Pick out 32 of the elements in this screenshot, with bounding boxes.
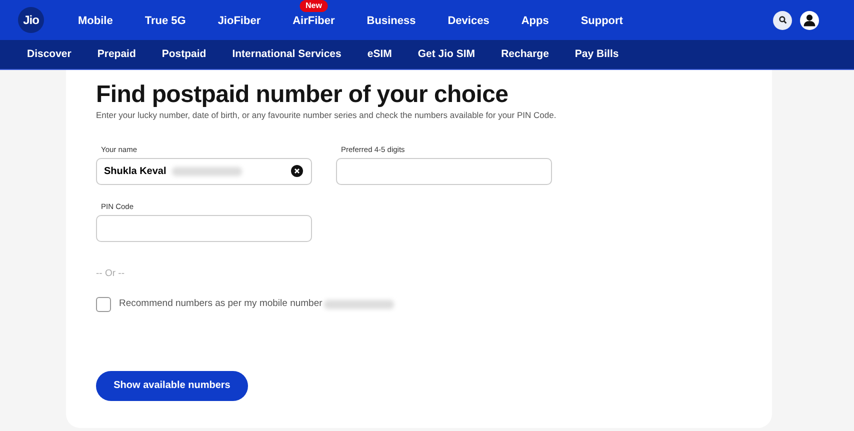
profile-icon[interactable]: [800, 10, 819, 30]
subnav-link[interactable]: Pay Bills: [574, 46, 619, 62]
search-button[interactable]: [773, 10, 792, 30]
input-field[interactable]: [96, 215, 312, 242]
page-title: Find postpaid number of your choice: [96, 82, 510, 108]
blurred-text: [324, 300, 394, 309]
nav-link[interactable]: Apps: [521, 12, 549, 30]
subnav-link[interactable]: Recharge: [501, 46, 549, 62]
nav-link[interactable]: Mobile: [78, 12, 113, 30]
new-badge: New: [299, 0, 328, 12]
subnav-link[interactable]: International Services: [232, 46, 342, 62]
checkbox-label: Recommend numbers as per my mobile number: [119, 297, 322, 312]
show-numbers-button[interactable]: Show available numbers: [96, 370, 248, 401]
or-separator: -- Or --: [96, 267, 126, 282]
clear-icon[interactable]: [291, 165, 303, 178]
nav-link[interactable]: Devices: [448, 12, 490, 30]
subnav-link[interactable]: eSIM: [367, 46, 392, 62]
jio-logo[interactable]: Jio: [18, 7, 44, 33]
page-subtitle: Enter your lucky number, date of birth, or any favourite number series and check the numbers available for your PIN Code.: [96, 109, 558, 122]
subnav-link[interactable]: Discover: [27, 46, 72, 62]
search-icon: [778, 16, 786, 24]
subnav-link[interactable]: Prepaid: [97, 46, 136, 62]
input-field[interactable]: [336, 158, 552, 186]
nav-link[interactable]: Support: [580, 12, 623, 30]
nav-link[interactable]: True 5G: [144, 12, 186, 30]
nav-link[interactable]: AirFiber: [292, 12, 335, 30]
nav-link[interactable]: JioFiber: [218, 12, 261, 30]
checkbox[interactable]: [96, 296, 111, 312]
blurred-text: [172, 167, 242, 176]
subnav-link[interactable]: Postpaid: [162, 46, 206, 62]
nav-link[interactable]: Business: [366, 12, 416, 30]
subnav-link[interactable]: Get Jio SIM: [418, 46, 476, 62]
